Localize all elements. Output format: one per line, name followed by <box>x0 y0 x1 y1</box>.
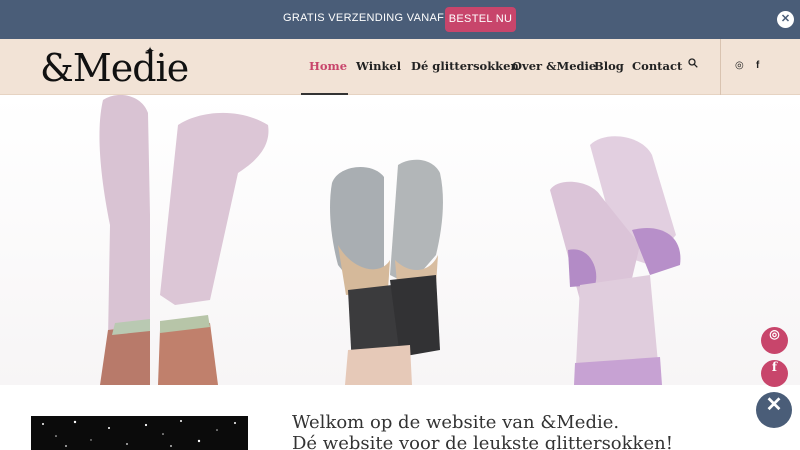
close-icon[interactable]: ✕ <box>777 11 794 28</box>
instagram-icon[interactable]: ◎ <box>735 60 744 71</box>
nav-item-home[interactable]: Home <box>309 59 347 73</box>
nav-item-blog[interactable]: Blog <box>594 59 624 73</box>
order-now-button[interactable]: BESTEL NU <box>445 7 516 32</box>
header-divider <box>720 39 721 95</box>
facebook-icon[interactable]: f <box>756 60 759 71</box>
welcome-line-1: Welkom op de website van &Medie. <box>292 412 620 433</box>
search-icon[interactable] <box>688 58 698 68</box>
announcement-text: GRATIS VERZENDING VANAF € 25 <box>283 12 471 24</box>
glitter-image <box>31 416 248 450</box>
announcement-bar: GRATIS VERZENDING VANAF € 25 BESTEL NU ✕ <box>0 0 800 39</box>
socks-illustration <box>99 95 681 385</box>
hero-image <box>0 95 800 385</box>
welcome-heading: Welkom op de website van &Medie. Dé webs… <box>292 412 673 450</box>
nav-item-winkel[interactable]: Winkel <box>356 59 401 73</box>
sock-pair-grey-black <box>330 159 443 385</box>
sock-pair-lilac-purple <box>550 136 681 385</box>
sock-pair-pink-brown <box>99 95 269 385</box>
nav-item-contact[interactable]: Contact <box>632 59 682 73</box>
welcome-line-2: Dé website voor de leukste glittersokken… <box>292 433 673 450</box>
glitter-texture <box>42 420 236 447</box>
sparkle-icon: ✦ <box>145 44 156 58</box>
floating-instagram-button[interactable]: ◎ <box>761 327 788 354</box>
floating-facebook-button[interactable]: f <box>761 360 788 387</box>
logo[interactable]: &Medie <box>40 48 189 88</box>
nav-item-glittersokken[interactable]: Dé glittersokken <box>411 59 519 73</box>
nav-item-over-medie[interactable]: Over &Medie <box>512 59 596 73</box>
site-header: &Medie ✦ Home Winkel Dé glittersokken Ov… <box>0 39 800 95</box>
floating-close-button[interactable]: ✕ <box>756 392 792 428</box>
